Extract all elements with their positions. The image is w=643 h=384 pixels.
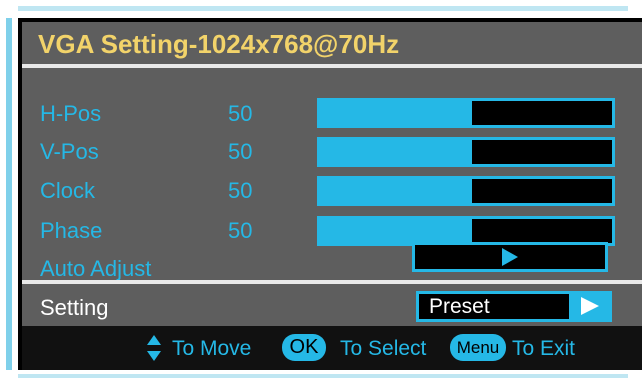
clock-label: Clock: [40, 178, 96, 203]
preset-select[interactable]: Preset: [416, 291, 612, 322]
h-pos-slider[interactable]: [317, 98, 615, 128]
up-down-arrows-icon: [147, 335, 161, 363]
preset-value: Preset: [429, 295, 490, 318]
frame-top-border: [18, 6, 628, 11]
clock-slider-fill: [320, 179, 472, 203]
page-title: VGA Setting-1024x768@70Hz: [38, 29, 400, 59]
select-hint: To Select: [340, 337, 427, 360]
auto-adjust-button[interactable]: [412, 242, 608, 272]
clock-slider[interactable]: [317, 176, 615, 206]
preset-arrow-button[interactable]: [569, 294, 609, 319]
osd-menu: VGA Setting-1024x768@70Hz H-Pos 50 V-Pos…: [18, 18, 642, 370]
frame-left-border: [6, 18, 12, 370]
exit-hint: To Exit: [512, 337, 576, 360]
v-pos-label: V-Pos: [40, 139, 99, 164]
v-pos-value: 50: [228, 139, 253, 164]
setting-label: Setting: [40, 295, 109, 320]
clock-value: 50: [228, 178, 253, 203]
play-icon: [502, 248, 518, 266]
title-bar: VGA Setting-1024x768@70Hz: [22, 22, 642, 64]
phase-value: 50: [228, 218, 253, 243]
phase-slider-fill: [320, 219, 472, 243]
v-pos-slider-fill: [320, 140, 472, 164]
setting-row[interactable]: Setting Preset: [22, 284, 642, 326]
arrow-right-icon: [581, 297, 599, 315]
ok-key-icon: OK: [282, 334, 326, 361]
help-footer: To Move OK To Select Menu To Exit: [22, 326, 642, 370]
h-pos-label: H-Pos: [40, 101, 102, 126]
v-pos-slider[interactable]: [317, 137, 615, 167]
auto-adjust-label: Auto Adjust: [40, 256, 152, 281]
h-pos-slider-fill: [320, 101, 472, 125]
move-hint: To Move: [172, 337, 252, 360]
frame-bottom-border: [18, 374, 628, 378]
menu-key-icon: Menu: [450, 334, 506, 361]
phase-label: Phase: [40, 218, 103, 243]
h-pos-value: 50: [228, 101, 253, 126]
